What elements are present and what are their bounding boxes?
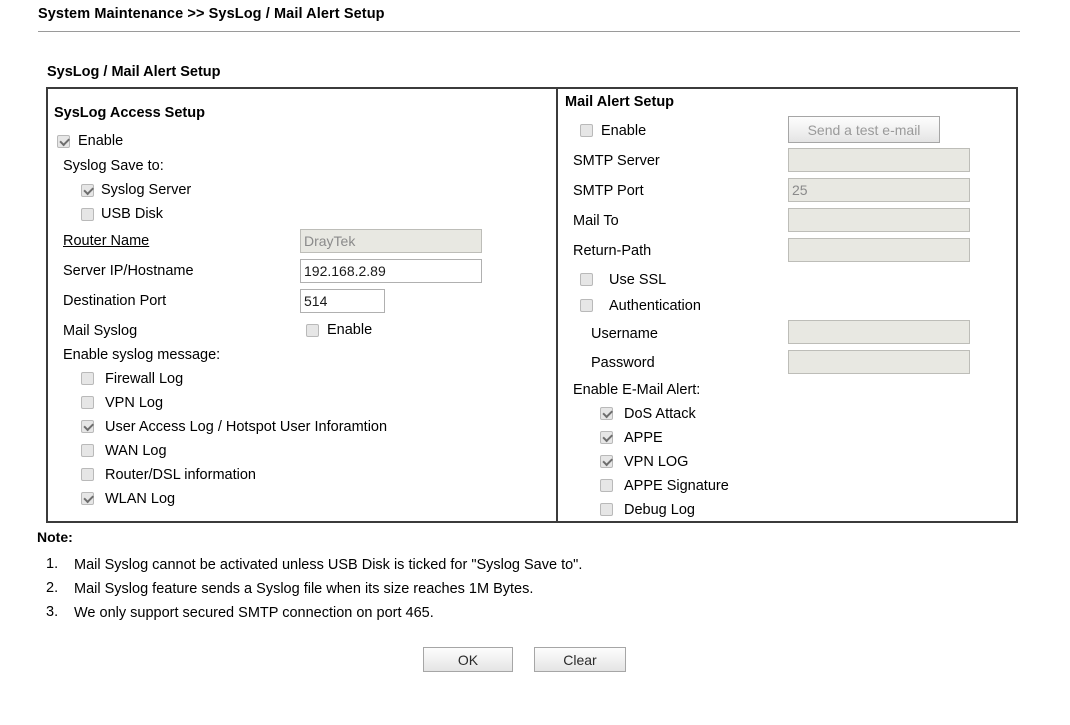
username-label: Username [591,326,658,342]
smtp-port-label: SMTP Port [573,183,644,199]
note-heading: Note: [37,529,73,545]
note-number: 1. [46,556,59,572]
wan-log-label: WAN Log [105,443,167,459]
mail-to-input[interactable] [788,208,970,232]
server-ip-input[interactable] [300,259,482,283]
appe-signature-label: APPE Signature [624,478,729,494]
destination-port-input[interactable] [300,289,385,313]
enable-email-alert-label: Enable E-Mail Alert: [573,382,701,398]
syslog-server-checkbox[interactable] [81,184,94,197]
mail-to-label: Mail To [573,213,619,229]
firewall-log-label: Firewall Log [105,371,184,387]
router-name-input[interactable] [300,229,482,253]
server-ip-label: Server IP/Hostname [63,263,194,279]
debug-log-label: Debug Log [624,502,695,518]
syslog-enable-label: Enable [78,133,124,149]
password-input[interactable] [788,350,970,374]
router-dsl-information-checkbox[interactable] [81,468,94,481]
destination-port-label: Destination Port [63,293,167,309]
vpn-log-alert-label: VPN LOG [624,454,689,470]
mail-syslog-label: Mail Syslog [63,323,138,339]
note-item: Mail Syslog cannot be activated unless U… [74,557,583,573]
wan-log-checkbox[interactable] [81,444,94,457]
note-item: We only support secured SMTP connection … [74,605,434,621]
note-item: Mail Syslog feature sends a Syslog file … [74,581,534,597]
syslog-save-to-label: Syslog Save to: [63,158,164,174]
vpn-log-alert-checkbox[interactable] [600,455,613,468]
page-title: SysLog / Mail Alert Setup [47,64,221,80]
usb-disk-label: USB Disk [101,206,164,222]
user-access-log-label: User Access Log / Hotspot User Inforamti… [105,419,388,435]
ok-button[interactable]: OK [423,647,513,672]
use-ssl-label: Use SSL [609,272,667,288]
return-path-label: Return-Path [573,243,652,259]
usb-disk-checkbox[interactable] [81,208,94,221]
authentication-checkbox[interactable] [580,299,593,312]
note-number: 2. [46,580,59,596]
mail-enable-checkbox[interactable] [580,124,593,137]
syslog-enable-checkbox[interactable] [57,135,70,148]
mail-syslog-enable-checkbox[interactable] [306,324,319,337]
enable-syslog-message-label: Enable syslog message: [63,347,221,363]
breadcrumb: System Maintenance >> SysLog / Mail Aler… [38,6,385,22]
appe-signature-checkbox[interactable] [600,479,613,492]
user-access-log-checkbox[interactable] [81,420,94,433]
appe-label: APPE [624,430,663,446]
vpn-log-checkbox[interactable] [81,396,94,409]
return-path-input[interactable] [788,238,970,262]
appe-checkbox[interactable] [600,431,613,444]
password-label: Password [591,355,655,371]
dos-attack-label: DoS Attack [624,406,696,422]
smtp-port-input[interactable] [788,178,970,202]
syslog-access-heading: SysLog Access Setup [54,105,205,121]
header-divider [38,31,1020,32]
mail-alert-heading: Mail Alert Setup [565,94,675,110]
note-number: 3. [46,604,59,620]
smtp-server-input[interactable] [788,148,970,172]
firewall-log-checkbox[interactable] [81,372,94,385]
router-name-label: Router Name [63,233,150,249]
vpn-log-label: VPN Log [105,395,164,411]
column-divider [556,87,558,523]
syslog-mail-alert-setup-page: System Maintenance >> SysLog / Mail Aler… [0,0,1070,725]
clear-button[interactable]: Clear [534,647,626,672]
debug-log-checkbox[interactable] [600,503,613,516]
mail-enable-label: Enable [601,123,647,139]
smtp-server-label: SMTP Server [573,153,660,169]
username-input[interactable] [788,320,970,344]
authentication-label: Authentication [609,298,701,314]
send-test-email-button[interactable]: Send a test e-mail [788,116,940,143]
wlan-log-checkbox[interactable] [81,492,94,505]
dos-attack-checkbox[interactable] [600,407,613,420]
use-ssl-checkbox[interactable] [580,273,593,286]
mail-syslog-enable-label: Enable [327,322,373,338]
router-dsl-information-label: Router/DSL information [105,467,256,483]
syslog-server-label: Syslog Server [101,182,192,198]
wlan-log-label: WLAN Log [105,491,176,507]
